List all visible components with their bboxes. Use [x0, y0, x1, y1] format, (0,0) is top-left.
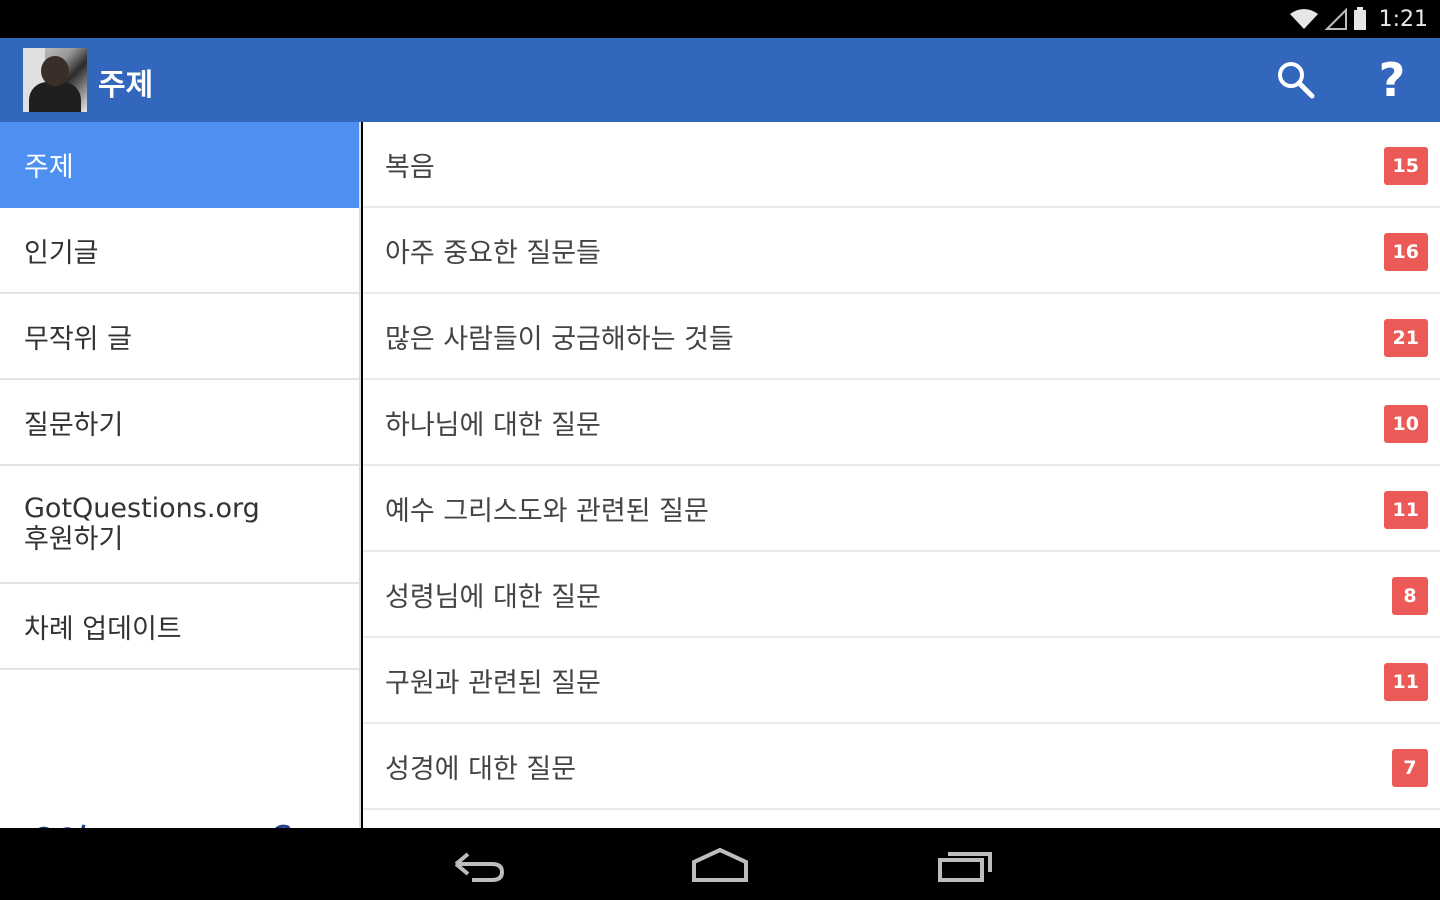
topic-label: 많은 사람들이 궁금해하는 것들 — [385, 323, 734, 355]
topic-label: 아주 중요한 질문들 — [385, 237, 601, 269]
donate-label-line2: 후원하기 — [24, 524, 124, 555]
home-button[interactable] — [684, 842, 756, 886]
topic-label: 하나님에 대한 질문 — [385, 409, 601, 441]
app-logo-avatar[interactable] — [23, 48, 87, 112]
topic-label: 성경에 대한 질문 — [385, 753, 577, 785]
sidebar-item-donate[interactable]: GotQuestions.org 후원하기 — [0, 466, 359, 584]
list-item[interactable]: 아주 중요한 질문들 16 — [363, 208, 1440, 294]
list-item[interactable]: 구원과 관련된 질문 11 — [363, 638, 1440, 724]
status-bar: 1:21 — [0, 0, 1440, 38]
list-item[interactable]: 많은 사람들이 궁금해하는 것들 21 — [363, 294, 1440, 380]
sidebar-item-label: 질문하기 — [24, 409, 124, 441]
list-item[interactable]: 성경에 대한 질문 7 — [363, 724, 1440, 810]
count-badge: 8 — [1392, 577, 1428, 615]
sidebar: 주제 인기글 무작위 글 질문하기 GotQuestions.org 후원하기 … — [0, 122, 361, 828]
sidebar-item-popular[interactable]: 인기글 — [0, 208, 359, 294]
sidebar-item-update-contents[interactable]: 차례 업데이트 — [0, 584, 359, 670]
back-button[interactable] — [442, 842, 514, 886]
page-title: 주제 — [98, 68, 154, 103]
count-badge: 7 — [1392, 749, 1428, 787]
count-badge: 16 — [1383, 233, 1428, 271]
status-icons: 1:21 — [1289, 6, 1428, 32]
count-badge: 15 — [1383, 147, 1428, 185]
system-nav-bar — [0, 828, 1440, 900]
home-icon — [692, 847, 748, 882]
battery-icon — [1353, 7, 1366, 30]
sidebar-item-label: GotQuestions.org 후원하기 — [24, 493, 260, 555]
count-badge: 11 — [1383, 663, 1428, 701]
list-item[interactable]: 예수 그리스도와 관련된 질문 11 — [363, 466, 1440, 552]
cell-signal-icon — [1324, 8, 1347, 30]
help-button[interactable]: ? — [1372, 52, 1412, 108]
list-item[interactable]: 복음 15 — [363, 122, 1440, 208]
search-button[interactable] — [1276, 60, 1316, 100]
list-item[interactable]: 성령님에 대한 질문 8 — [363, 552, 1440, 638]
topic-list: 복음 15 아주 중요한 질문들 16 많은 사람들이 궁금해하는 것들 21 … — [363, 122, 1440, 828]
sidebar-item-label: 주제 — [24, 151, 74, 183]
recent-apps-icon — [938, 852, 992, 882]
sidebar-item-ask-question[interactable]: 질문하기 — [0, 380, 359, 466]
topic-label: 복음 — [385, 151, 435, 183]
count-badge: 11 — [1383, 491, 1428, 529]
list-item[interactable]: 하나님에 대한 질문 10 — [363, 380, 1440, 466]
topic-label: 예수 그리스도와 관련된 질문 — [385, 495, 709, 527]
back-icon — [454, 852, 505, 882]
topic-label: 구원과 관련된 질문 — [385, 667, 601, 699]
sidebar-item-label: 무작위 글 — [24, 323, 132, 355]
donate-label-line1: GotQuestions.org — [24, 493, 260, 524]
sidebar-item-label: 인기글 — [24, 237, 99, 269]
count-badge: 21 — [1383, 319, 1428, 357]
help-icon: ? — [1378, 53, 1406, 107]
recent-apps-button[interactable] — [928, 842, 1000, 886]
sidebar-item-random[interactable]: 무작위 글 — [0, 294, 359, 380]
action-bar: 주제 ? — [0, 38, 1440, 122]
gotquestions-logo — [30, 812, 330, 828]
search-icon — [1278, 62, 1315, 99]
topic-label: 성령님에 대한 질문 — [385, 581, 601, 613]
sidebar-item-label: 차례 업데이트 — [24, 613, 182, 645]
wifi-icon — [1289, 9, 1318, 29]
sidebar-item-topics[interactable]: 주제 — [0, 122, 359, 208]
status-time: 1:21 — [1378, 6, 1428, 32]
count-badge: 10 — [1383, 405, 1428, 443]
